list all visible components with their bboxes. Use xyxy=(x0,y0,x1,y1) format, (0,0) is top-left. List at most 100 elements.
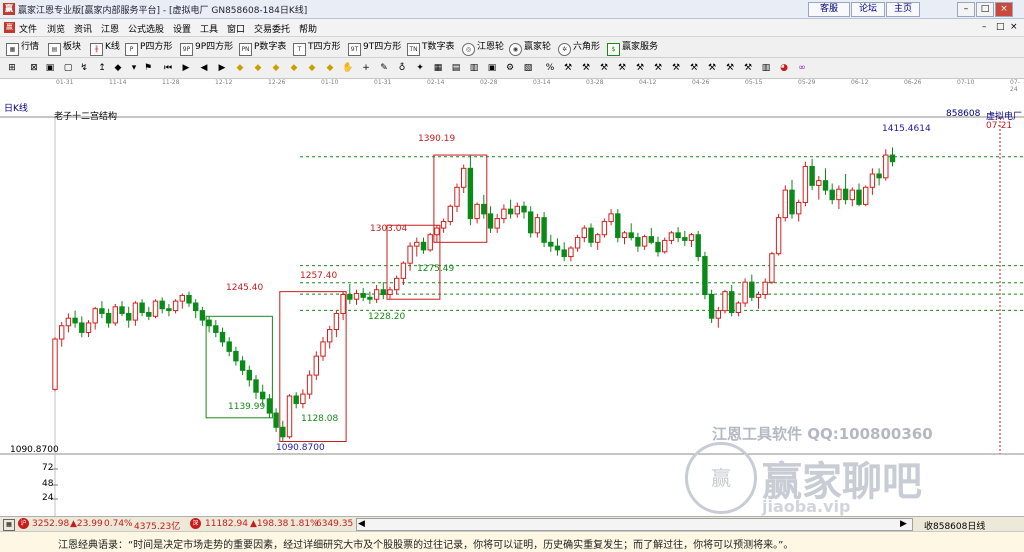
candle-body xyxy=(320,341,326,357)
candle-body xyxy=(668,232,675,241)
prev-icon[interactable]: ◀ xyxy=(198,62,210,74)
candle-body xyxy=(574,237,581,249)
cursor-select-icon[interactable]: ⊞ xyxy=(6,62,18,74)
tool-icon[interactable]: ▦ xyxy=(432,62,444,74)
tool-icon[interactable]: ⚒ xyxy=(724,62,736,74)
app-menu-icon[interactable]: 赢 xyxy=(4,22,15,33)
menu-window[interactable]: 窗口 xyxy=(227,22,245,35)
tool-icon[interactable]: ⚒ xyxy=(706,62,718,74)
link-customer-service[interactable]: 客服 xyxy=(808,2,850,17)
tool-icon[interactable]: ⚒ xyxy=(562,62,574,74)
grid-icon[interactable]: ▦ xyxy=(3,519,15,531)
index-sz-pct: 1.81% xyxy=(290,519,319,529)
menu-help[interactable]: 帮助 xyxy=(299,22,317,35)
candle-body xyxy=(481,203,487,215)
toolbar-gann-wheel[interactable]: ◎ 江恩轮 xyxy=(462,41,504,56)
tool-icon[interactable]: ✦ xyxy=(414,62,426,74)
pie-icon[interactable]: ◕ xyxy=(778,62,790,74)
tool-icon[interactable]: ⚒ xyxy=(616,62,628,74)
candle-body xyxy=(588,227,594,243)
menu-file[interactable]: 文件 xyxy=(19,22,37,35)
tool-icon[interactable]: ⚒ xyxy=(652,62,664,74)
diamond-icon[interactable]: ◆ xyxy=(252,62,264,74)
diamond-icon[interactable]: ◆ xyxy=(234,62,246,74)
tool-icon[interactable]: ▣ xyxy=(44,62,56,74)
tool-icon[interactable]: ↥ xyxy=(96,62,108,74)
mdi-minimize-button[interactable]: – xyxy=(982,22,987,32)
tool-icon[interactable]: ⚒ xyxy=(742,62,754,74)
toolbar-t-square[interactable]: T T四方形 xyxy=(293,41,341,56)
next-icon[interactable]: ▶ xyxy=(216,62,228,74)
mdi-close-button[interactable]: × xyxy=(1010,22,1018,32)
close-button[interactable]: × xyxy=(995,2,1013,17)
horizontal-scrollbar[interactable] xyxy=(356,518,913,531)
toolbar-p-square[interactable]: P P四方形 xyxy=(125,41,172,56)
candle-body xyxy=(487,213,494,229)
candle-body xyxy=(675,232,681,239)
toolbar-kline[interactable]: ╫ K线 xyxy=(90,41,120,56)
minimize-button[interactable]: – xyxy=(957,2,975,17)
scroll-left-icon[interactable]: ◀ xyxy=(358,519,365,529)
menu-settings[interactable]: 设置 xyxy=(173,22,191,35)
date-axis-label: 06-26 xyxy=(904,79,922,86)
crosshair-icon[interactable]: + xyxy=(360,62,372,74)
candle-body xyxy=(521,205,527,213)
tool-icon[interactable]: ▧ xyxy=(522,62,534,74)
indicator-icon[interactable]: ⊠ xyxy=(28,62,40,74)
menu-tools[interactable]: 工具 xyxy=(200,22,218,35)
tool-icon[interactable]: ▾ xyxy=(128,62,140,74)
menu-trade[interactable]: 交易委托 xyxy=(254,22,290,35)
maximize-button[interactable]: □ xyxy=(976,2,994,17)
toolbar-9p-square[interactable]: 9P 9P四方形 xyxy=(180,41,233,56)
diamond-icon[interactable]: ◆ xyxy=(324,62,336,74)
index-sz-value: 11182.94 xyxy=(205,519,248,529)
flag-icon[interactable]: ⚑ xyxy=(142,62,154,74)
diamond-icon[interactable]: ◆ xyxy=(306,62,318,74)
candle-body xyxy=(742,281,748,304)
first-icon[interactable]: ⏮ xyxy=(162,62,174,74)
candle-body xyxy=(380,289,387,295)
kline-chart[interactable]: 日K线 老子十二宫结构 858608 虚拟电厂 07-21 1090.8700 … xyxy=(0,89,1024,519)
menu-gann[interactable]: 江恩 xyxy=(101,22,119,35)
toolbar-quotes[interactable]: ▦ 行情 xyxy=(6,41,39,56)
toolbar-t-table[interactable]: TN T数字表 xyxy=(407,41,455,56)
candle-body xyxy=(454,186,460,207)
tool-icon[interactable]: ▥ xyxy=(760,62,772,74)
menu-browse[interactable]: 浏览 xyxy=(47,22,65,35)
menu-formula[interactable]: 公式选股 xyxy=(128,22,164,35)
tool-icon[interactable]: ▤ xyxy=(450,62,462,74)
tool-icon[interactable]: ▢ xyxy=(62,62,74,74)
diamond-icon[interactable]: ◆ xyxy=(288,62,300,74)
toolbar-p-table[interactable]: PN P数字表 xyxy=(239,41,286,56)
tool-icon[interactable]: ⚙ xyxy=(504,62,516,74)
link-homepage[interactable]: 主页 xyxy=(886,2,920,17)
candle-body xyxy=(407,245,413,264)
tool-icon[interactable]: ⚒ xyxy=(670,62,682,74)
toolbar-sectors[interactable]: ▤ 板块 xyxy=(48,41,81,56)
tool-icon[interactable]: ↯ xyxy=(78,62,90,74)
tool-icon[interactable]: ⚒ xyxy=(598,62,610,74)
tool-icon[interactable]: ▣ xyxy=(486,62,498,74)
tool-icon[interactable]: ⚒ xyxy=(688,62,700,74)
tool-icon[interactable]: ⚒ xyxy=(580,62,592,74)
toolbar-9t-square[interactable]: 9T 9T四方形 xyxy=(348,41,401,56)
diamond-icon[interactable]: ◆ xyxy=(270,62,282,74)
infinity-icon[interactable]: ∞ xyxy=(796,62,808,74)
toolbar-winner-wheel[interactable]: ◉ 赢家轮 xyxy=(509,41,551,56)
tool-icon[interactable]: ♁ xyxy=(396,62,408,74)
hand-icon[interactable]: ✋ xyxy=(342,62,354,74)
candle-body xyxy=(394,277,400,291)
menu-news[interactable]: 资讯 xyxy=(74,22,92,35)
tool-icon[interactable]: ⚒ xyxy=(634,62,646,74)
toolbar-service[interactable]: $ 赢家服务 xyxy=(607,41,658,56)
toolbar-hexagon[interactable]: ✲ 六角形 xyxy=(558,41,600,56)
play-icon[interactable]: ▶ xyxy=(180,62,192,74)
pen-icon[interactable]: ✎ xyxy=(378,62,390,74)
scroll-right-icon[interactable]: ▶ xyxy=(900,519,907,529)
link-forum[interactable]: 论坛 xyxy=(851,2,885,17)
mdi-restore-button[interactable]: □ xyxy=(996,22,1005,32)
tool-icon[interactable]: ◆ xyxy=(112,62,124,74)
tool-icon[interactable]: ▥ xyxy=(468,62,480,74)
candle-body xyxy=(179,294,186,302)
percent-icon[interactable]: % xyxy=(544,62,556,74)
